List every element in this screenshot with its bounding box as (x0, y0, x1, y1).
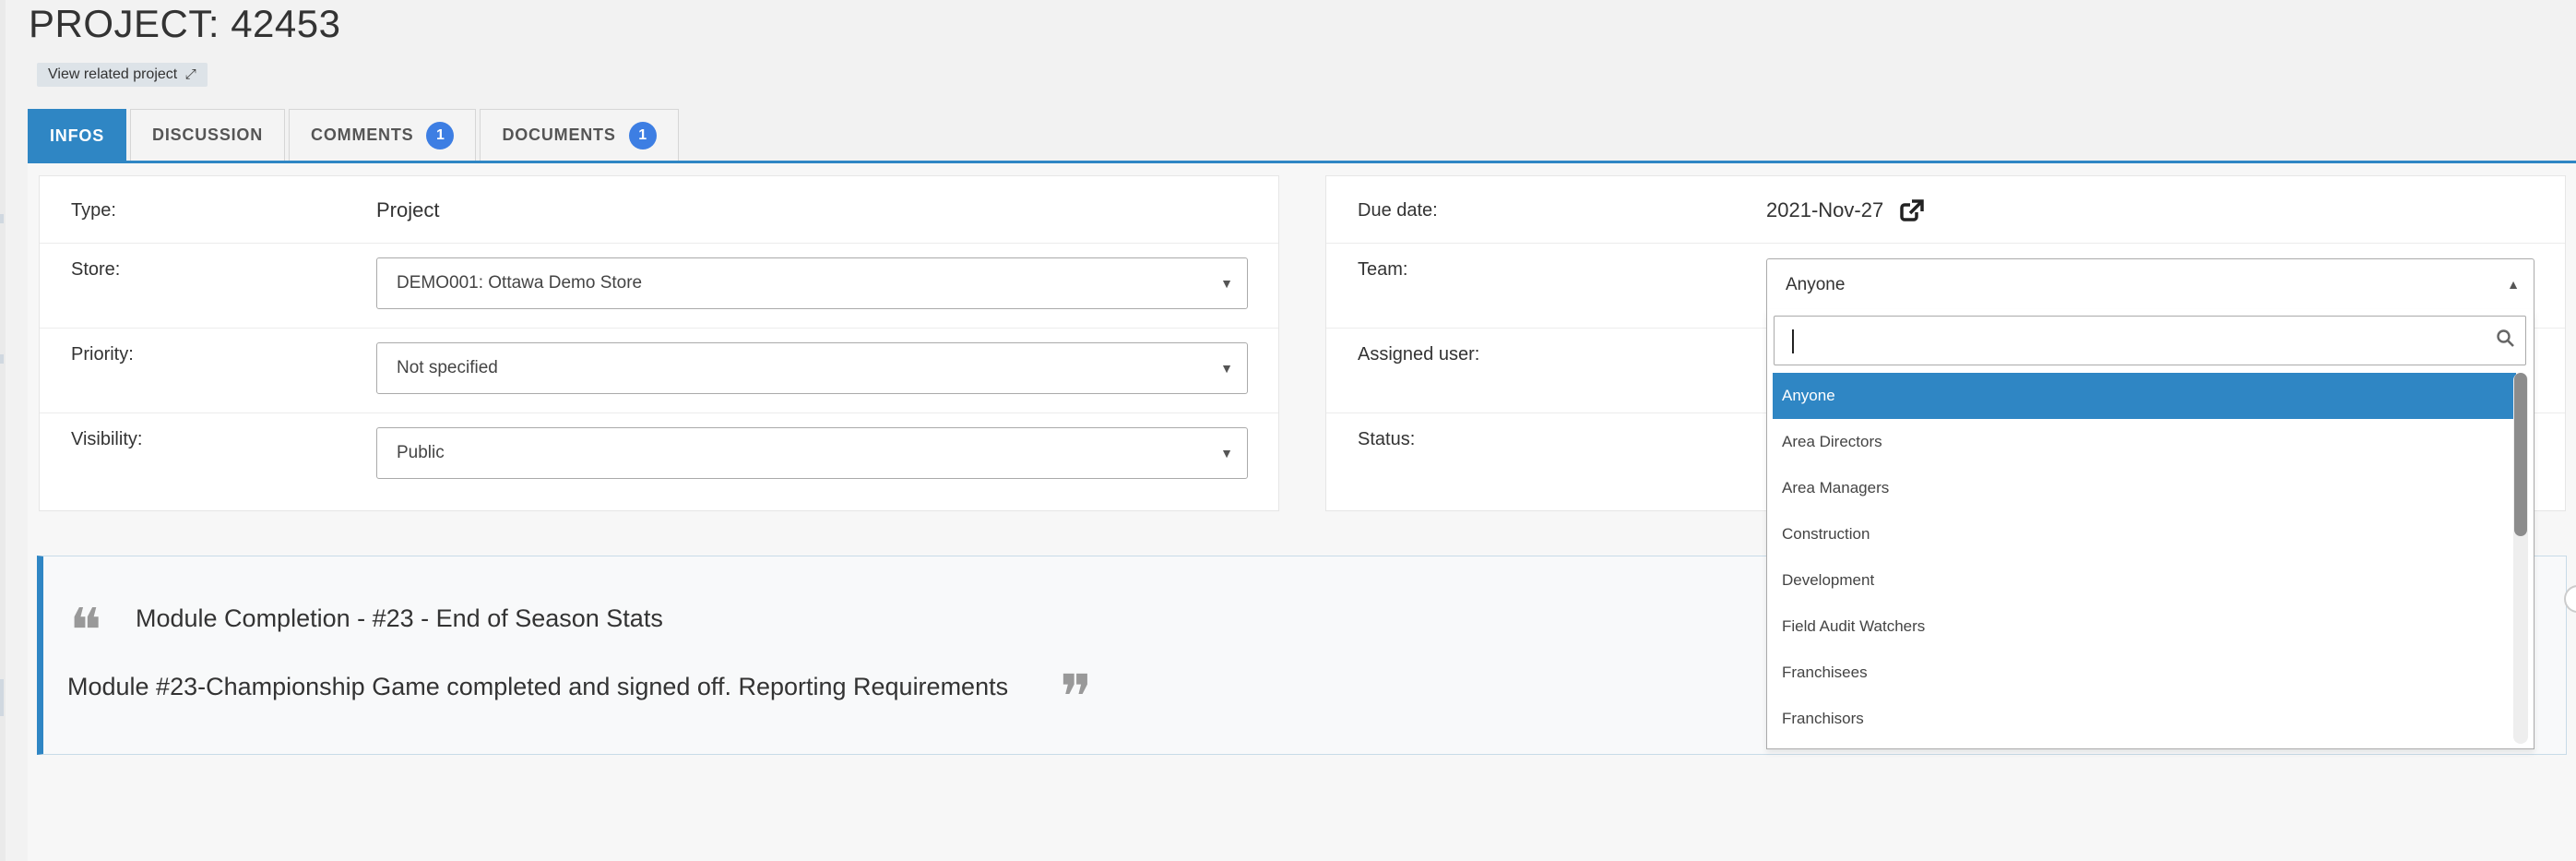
edge-marker (0, 214, 4, 223)
close-quote-icon: ❞ (1060, 662, 1093, 733)
due-date-row: Due date: 2021-Nov-27 (1326, 176, 2565, 244)
priority-label: Priority: (71, 344, 134, 365)
team-dropdown: Anyone Area Directors Area Managers Cons… (1766, 309, 2534, 749)
team-label: Team: (1358, 259, 1408, 280)
dropdown-arrow-icon: ▼ (1220, 361, 1233, 376)
edge-marker (0, 354, 4, 364)
tab-discussion[interactable]: DISCUSSION (130, 109, 286, 161)
dropdown-arrow-icon: ▼ (1220, 446, 1233, 460)
assigned-user-label: Assigned user: (1358, 344, 1480, 365)
open-quote-icon: ❝ (69, 595, 102, 666)
external-link-icon[interactable] (1899, 198, 1925, 229)
team-select-value: Anyone (1786, 275, 1846, 294)
team-option[interactable]: Area Managers (1773, 465, 2516, 511)
visibility-select-value: Public (397, 443, 445, 462)
dropdown-arrow-up-icon: ▲ (2507, 277, 2520, 292)
tab-label: DOCUMENTS (502, 126, 616, 144)
team-option[interactable]: Anyone (1773, 373, 2516, 419)
team-option[interactable]: Area Directors (1773, 419, 2516, 465)
quote-text: Module #23-Championship Game completed a… (67, 673, 1009, 700)
team-option[interactable]: Field Audit Watchers (1773, 604, 2516, 650)
store-label: Store: (71, 259, 121, 280)
quote-title: Module Completion - #23 - End of Season … (136, 604, 663, 632)
type-value: Project (376, 198, 440, 221)
project-info-panel: Type: Project Store: DEMO001: Ottawa Dem… (39, 175, 1279, 511)
documents-count-badge: 1 (628, 121, 657, 149)
tab-bar: INFOS DISCUSSION COMMENTS 1 DOCUMENTS 1 (28, 109, 683, 162)
due-date-label: Due date: (1358, 200, 1438, 221)
due-date-value: 2021-Nov-27 (1766, 198, 1884, 221)
dropdown-arrow-icon: ▼ (1220, 276, 1233, 291)
team-option[interactable]: Development (1773, 557, 2516, 604)
tab-label: INFOS (50, 126, 105, 145)
store-select-value: DEMO001: Ottawa Demo Store (397, 273, 643, 293)
tab-label: DISCUSSION (152, 126, 264, 144)
dropdown-scrollbar[interactable] (2513, 373, 2528, 744)
team-search-input[interactable] (1786, 324, 2490, 359)
team-option[interactable]: Franchisors (1773, 696, 2516, 742)
scrollbar-thumb[interactable] (2514, 373, 2527, 536)
left-edge-strip (0, 0, 6, 861)
tab-label: COMMENTS (311, 126, 414, 144)
edge-marker (0, 679, 4, 716)
status-label: Status: (1358, 429, 1416, 449)
team-search-box (1774, 316, 2526, 365)
circle-icon[interactable] (2564, 585, 2576, 613)
tab-documents[interactable]: DOCUMENTS 1 (480, 109, 679, 161)
team-option-list: Anyone Area Directors Area Managers Cons… (1773, 373, 2516, 744)
comments-count-badge: 1 (426, 121, 455, 149)
store-row: Store: DEMO001: Ottawa Demo Store ▼ (40, 243, 1278, 329)
tab-infos[interactable]: INFOS (28, 109, 127, 162)
view-related-project-label: View related project (48, 66, 178, 82)
tab-comments[interactable]: COMMENTS 1 (289, 109, 477, 161)
search-icon (2497, 329, 2514, 347)
team-option[interactable]: Franchisees (1773, 650, 2516, 696)
expand-arrows-icon: ⤢ (184, 66, 196, 82)
priority-select[interactable]: Not specified ▼ (376, 342, 1248, 394)
team-option[interactable]: Construction (1773, 511, 2516, 557)
visibility-row: Visibility: Public ▼ (40, 413, 1278, 497)
store-select[interactable]: DEMO001: Ottawa Demo Store ▼ (376, 257, 1248, 309)
visibility-select[interactable]: Public ▼ (376, 427, 1248, 479)
type-row: Type: Project (40, 176, 1278, 244)
priority-select-value: Not specified (397, 358, 498, 377)
type-label: Type: (71, 200, 116, 221)
view-related-project-button[interactable]: View related project ⤢ (37, 63, 208, 87)
team-select[interactable]: Anyone ▲ (1766, 258, 2534, 310)
text-cursor (1792, 329, 1794, 353)
visibility-label: Visibility: (71, 429, 143, 449)
page-title: PROJECT: 42453 (29, 2, 341, 45)
priority-row: Priority: Not specified ▼ (40, 328, 1278, 413)
